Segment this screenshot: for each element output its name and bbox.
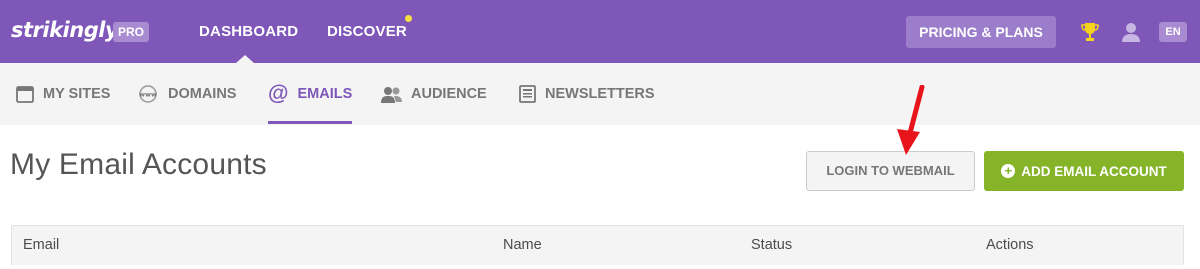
active-tab-underline [268, 121, 352, 124]
tab-label: MY SITES [43, 86, 111, 102]
user-account-icon[interactable] [1121, 21, 1141, 43]
column-header-actions: Actions [986, 237, 1034, 253]
red-annotation-arrow [897, 85, 925, 155]
add-email-account-label: ADD EMAIL ACCOUNT [1021, 163, 1167, 179]
pro-badge: PRO [113, 22, 149, 42]
newsletter-icon [519, 85, 536, 103]
add-email-account-button[interactable]: + ADD EMAIL ACCOUNT [984, 151, 1184, 191]
trophy-icon[interactable] [1080, 21, 1100, 43]
discover-notification-dot [405, 15, 412, 22]
sub-navbar: MY SITES www DOMAINS @ EMAILS AUDIENCE N… [0, 63, 1200, 125]
www-globe-icon: www [137, 85, 159, 103]
strikingly-logo[interactable]: strikingly [11, 18, 119, 42]
language-selector[interactable]: EN [1159, 22, 1187, 42]
column-header-status: Status [751, 237, 793, 253]
nav-dashboard[interactable]: DASHBOARD [199, 23, 298, 40]
browser-window-icon [16, 85, 34, 103]
tab-newsletters[interactable]: NEWSLETTERS [519, 63, 655, 125]
email-table-header: Email Name Status Actions [11, 225, 1184, 265]
at-sign-icon: @ [268, 82, 289, 105]
tab-emails[interactable]: @ EMAILS [268, 63, 352, 125]
top-navbar: strikingly PRO DASHBOARD DISCOVER PRICIN… [0, 0, 1200, 63]
tab-domains[interactable]: www DOMAINS [137, 63, 236, 125]
column-header-email: Email [23, 237, 60, 253]
plus-circle-icon: + [1001, 164, 1016, 178]
nav-discover[interactable]: DISCOVER [327, 23, 407, 40]
tab-label: AUDIENCE [411, 86, 487, 102]
tab-label: DOMAINS [168, 86, 237, 102]
tab-label: EMAILS [297, 86, 353, 102]
tab-my-sites[interactable]: MY SITES [16, 63, 110, 125]
people-icon [381, 86, 402, 103]
active-nav-caret [236, 55, 254, 63]
tab-label: NEWSLETTERS [545, 86, 655, 102]
page-title: My Email Accounts [10, 148, 267, 181]
column-header-name: Name [503, 237, 542, 253]
svg-text:www: www [139, 91, 157, 99]
tab-audience[interactable]: AUDIENCE [381, 63, 487, 125]
pricing-plans-button[interactable]: PRICING & PLANS [906, 16, 1056, 48]
